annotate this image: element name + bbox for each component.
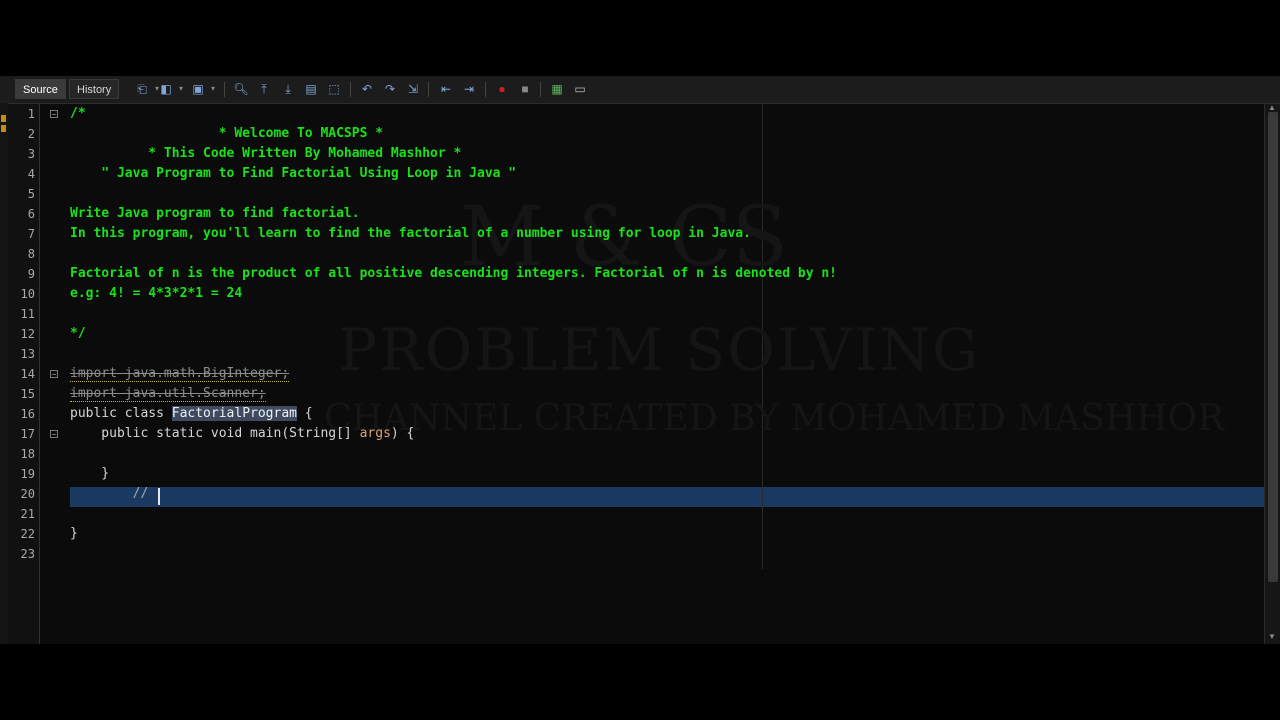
line-number: 13 bbox=[20, 347, 35, 361]
right-margin-guide bbox=[762, 104, 763, 569]
code-line: e.g: 4! = 4*3*2*1 = 24 bbox=[70, 286, 243, 301]
line-number: 12 bbox=[20, 327, 35, 341]
prev-bookmark-icon[interactable]: ↶ bbox=[359, 81, 375, 97]
code-line: public class FactorialProgram { bbox=[70, 406, 313, 421]
line-number: 22 bbox=[20, 527, 35, 541]
line-number: 4 bbox=[27, 167, 35, 181]
uncomment-icon[interactable]: ▭ bbox=[572, 81, 588, 97]
line-number-gutter: 1 2 3 4 5 6 7 8 9 10 11 12 13 14 15 16 1… bbox=[8, 104, 40, 644]
fold-toggle-icon[interactable]: − bbox=[50, 370, 58, 379]
code-line: * This Code Written By Mohamed Mashhor * bbox=[70, 146, 462, 161]
shift-left-icon[interactable]: ⇤ bbox=[438, 81, 454, 97]
bookmark-marker-icon bbox=[1, 115, 6, 122]
line-number: 1 bbox=[27, 107, 35, 121]
text-caret bbox=[158, 488, 160, 505]
line-number: 18 bbox=[20, 447, 35, 461]
vertical-scrollbar[interactable]: ▲ ▼ bbox=[1264, 103, 1280, 644]
line-number: 14 bbox=[20, 367, 35, 381]
code-editor[interactable]: M & CS PROBLEM SOLVING CHANNEL CREATED B… bbox=[40, 104, 1264, 644]
bookmark-marker-icon bbox=[1, 125, 6, 132]
code-line: Write Java program to find factorial. bbox=[70, 206, 360, 221]
shift-right-icon[interactable]: ⇥ bbox=[461, 81, 477, 97]
line-number: 5 bbox=[27, 187, 35, 201]
find-prev-icon[interactable]: ⤒ bbox=[256, 81, 272, 97]
fold-toggle-icon[interactable]: − bbox=[50, 430, 58, 439]
scroll-down-icon[interactable]: ▼ bbox=[1268, 632, 1276, 641]
line-number: 2 bbox=[27, 127, 35, 141]
code-line: public static void main(String[] args) { bbox=[70, 426, 415, 441]
code-line: } bbox=[70, 466, 110, 481]
line-number: 7 bbox=[27, 227, 35, 241]
tab-history[interactable]: History bbox=[69, 79, 120, 99]
line-number: 6 bbox=[27, 207, 35, 221]
line-number: 9 bbox=[27, 267, 35, 281]
code-line: } bbox=[70, 526, 78, 541]
line-number: 16 bbox=[20, 407, 35, 421]
code-line: In this program, you'll learn to find th… bbox=[70, 226, 751, 241]
forward-icon[interactable]: ▣ bbox=[190, 81, 215, 97]
code-line-unused-import: import java.math.BigInteger; bbox=[70, 366, 290, 382]
toggle-highlight-icon[interactable]: ⬚ bbox=[326, 81, 342, 97]
watermark-title: PROBLEM SOLVING bbox=[338, 316, 981, 384]
line-number: 23 bbox=[20, 547, 35, 561]
scrollbar-thumb[interactable] bbox=[1268, 112, 1278, 582]
line-number: 17 bbox=[20, 427, 35, 441]
line-number: 20 bbox=[20, 487, 35, 501]
code-line: " Java Program to Find Factorial Using L… bbox=[70, 166, 517, 181]
line-number: 8 bbox=[27, 247, 35, 261]
find-next-icon[interactable]: ⤓ bbox=[280, 81, 296, 97]
scroll-up-icon[interactable]: ▲ bbox=[1268, 103, 1276, 112]
code-line: /* bbox=[70, 106, 86, 121]
last-edit-icon[interactable]: ⎗ bbox=[134, 81, 159, 97]
code-line-unused-import: import java.util.Scanner; bbox=[70, 386, 266, 402]
current-line-highlight bbox=[70, 487, 1264, 507]
back-icon[interactable]: ◧ bbox=[158, 81, 183, 97]
find-selection-icon[interactable]: ▤ bbox=[303, 81, 319, 97]
stop-macro-icon[interactable]: ■ bbox=[517, 81, 533, 97]
ide-window: Source History ⎗ ◧ ▣ 🔍︎ ⤒ ⤓ ▤ ⬚ ↶ ↷ ⇲ ⇤ … bbox=[0, 76, 1280, 644]
code-line-current: // bbox=[70, 486, 149, 501]
comment-icon[interactable]: ▦ bbox=[549, 81, 565, 97]
fold-toggle-icon[interactable]: − bbox=[50, 110, 58, 119]
line-number: 19 bbox=[20, 467, 35, 481]
class-name-selection: FactorialProgram bbox=[171, 406, 297, 421]
line-number: 3 bbox=[27, 147, 35, 161]
editor-toolbar: Source History ⎗ ◧ ▣ 🔍︎ ⤒ ⤓ ▤ ⬚ ↶ ↷ ⇲ ⇤ … bbox=[0, 76, 1280, 104]
line-number: 10 bbox=[20, 287, 35, 301]
start-macro-icon[interactable]: ● bbox=[494, 81, 510, 97]
code-line: */ bbox=[70, 326, 86, 341]
toggle-bookmark-icon[interactable]: ⇲ bbox=[405, 81, 421, 97]
tab-source[interactable]: Source bbox=[15, 79, 66, 99]
code-line: * Welcome To MACSPS * bbox=[70, 126, 384, 141]
code-line: Factorial of n is the product of all pos… bbox=[70, 266, 838, 281]
line-number: 15 bbox=[20, 387, 35, 401]
find-icon[interactable]: 🔍︎ bbox=[233, 81, 249, 97]
line-number: 21 bbox=[20, 507, 35, 521]
line-number: 11 bbox=[20, 307, 35, 321]
next-bookmark-icon[interactable]: ↷ bbox=[382, 81, 398, 97]
watermark-subtitle: CHANNEL CREATED BY MOHAMED MASHHOR bbox=[324, 398, 1225, 439]
